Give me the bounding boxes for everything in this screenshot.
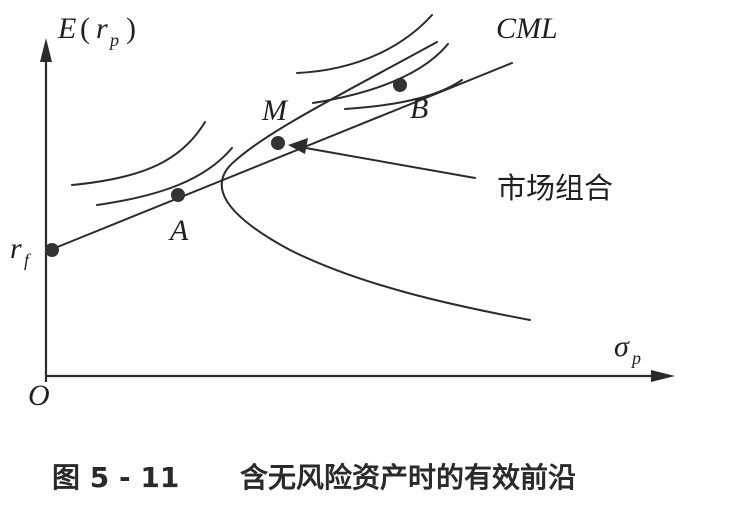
svg-text:p: p [108, 30, 119, 50]
x-axis-arrow-icon [651, 370, 675, 382]
point-a-label: A [168, 214, 189, 247]
origin-label: O [28, 379, 50, 412]
point-m-label: M [261, 94, 289, 127]
market-portfolio-point [271, 136, 285, 150]
efficient-frontier-diagram: E ( r p ) σ p O CML r f A M B 市场组合 图 5 -… [10, 12, 675, 494]
svg-text:r: r [10, 232, 22, 265]
market-portfolio-arrow [299, 146, 476, 179]
svg-text:r: r [96, 12, 108, 45]
efficient-frontier-curve [220, 41, 531, 321]
svg-text:p: p [630, 348, 641, 368]
indifference-curve-a-outer [71, 121, 206, 186]
svg-text:): ) [126, 12, 136, 45]
point-b [393, 78, 407, 92]
point-b-label: B [410, 92, 428, 125]
market-portfolio-label: 市场组合 [497, 171, 613, 205]
indifference-curve-b-outer [296, 14, 433, 74]
risk-free-point [45, 243, 59, 257]
svg-text:f: f [24, 250, 32, 270]
cml-label: CML [496, 12, 558, 45]
indifference-curve-a-inner [96, 147, 233, 206]
svg-text:E: E [57, 12, 76, 45]
svg-text:(: ( [80, 12, 90, 45]
svg-text:σ: σ [614, 330, 630, 363]
figure-number: 图 5 - 11 [52, 461, 179, 494]
point-a [171, 188, 185, 202]
y-axis-label: E ( r p ) [57, 12, 136, 50]
risk-free-label: r f [10, 232, 32, 270]
y-axis-arrow-icon [40, 38, 52, 62]
x-axis-label: σ p [614, 330, 641, 368]
figure-title: 含无风险资产时的有效前沿 [240, 461, 576, 494]
